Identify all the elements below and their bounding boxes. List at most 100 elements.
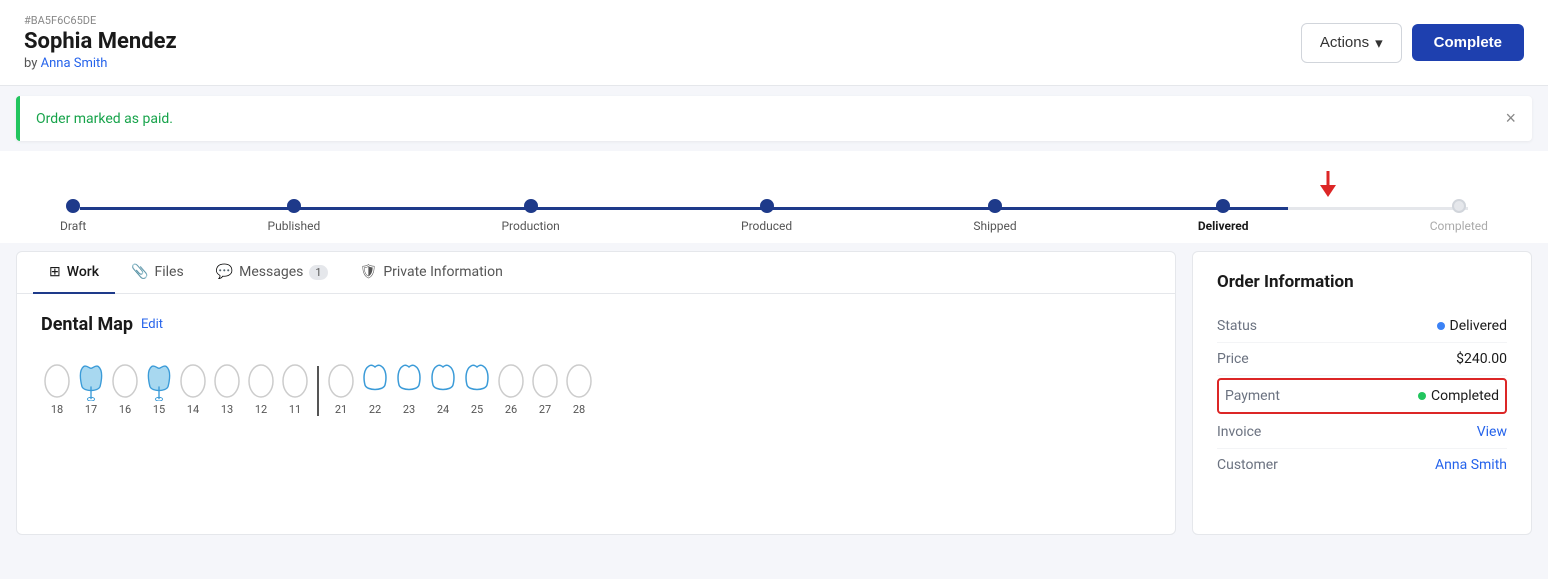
- status-text: Delivered: [1450, 318, 1507, 334]
- price-value: $240.00: [1456, 351, 1507, 367]
- info-row-customer: Customer Anna Smith: [1217, 449, 1507, 481]
- tooth-26: 26: [495, 361, 527, 416]
- tooth-num-11: 11: [289, 403, 301, 416]
- by-label: by: [24, 56, 37, 71]
- order-name: Sophia Mendez: [24, 29, 177, 54]
- tab-private-info-label: Private Information: [383, 264, 502, 280]
- tooth-num-27: 27: [539, 403, 551, 416]
- step-label-published: Published: [268, 219, 321, 233]
- tooth-num-21: 21: [335, 403, 347, 416]
- page-header: #BA5F6C65DE Sophia Mendez by Anna Smith …: [0, 0, 1548, 86]
- tooth-28: 28: [563, 361, 595, 416]
- tab-bar: ⊞ Work 📎 Files 💬 Messages 1 🛡 Private In…: [17, 252, 1175, 294]
- step-dot-draft: [66, 199, 80, 213]
- tooth-num-18: 18: [51, 403, 63, 416]
- tab-files[interactable]: 📎 Files: [115, 252, 200, 294]
- alert-close-button[interactable]: ×: [1505, 108, 1516, 129]
- actions-button[interactable]: Actions ▾: [1301, 23, 1402, 63]
- price-label: Price: [1217, 351, 1249, 367]
- tooth-21: 21: [325, 361, 357, 416]
- grid-icon: ⊞: [49, 264, 61, 280]
- dental-map-label: Dental Map: [41, 314, 133, 335]
- dental-map-title: Dental Map Edit: [41, 314, 1151, 335]
- invoice-value: View: [1477, 424, 1507, 440]
- tooth-16: 16: [109, 361, 141, 416]
- step-production: Production: [501, 199, 559, 233]
- complete-button[interactable]: Complete: [1412, 24, 1524, 61]
- tab-private-info[interactable]: 🛡 Private Information: [344, 252, 519, 294]
- step-dot-published: [287, 199, 301, 213]
- tab-work[interactable]: ⊞ Work: [33, 252, 115, 294]
- tooth-22: 22: [359, 361, 391, 416]
- customer-link[interactable]: Anna Smith: [1435, 457, 1507, 473]
- invoice-view-link[interactable]: View: [1477, 424, 1507, 440]
- tooth-14: 14: [177, 361, 209, 416]
- tooth-num-16: 16: [119, 403, 131, 416]
- order-info-title: Order Information: [1217, 272, 1507, 292]
- header-right: Actions ▾ Complete: [1301, 23, 1524, 63]
- step-draft: Draft: [60, 199, 86, 233]
- tooth-num-28: 28: [573, 403, 585, 416]
- work-content: Dental Map Edit 18 17: [17, 294, 1175, 446]
- step-label-produced: Produced: [741, 219, 792, 233]
- alert-banner: Order marked as paid. ×: [16, 96, 1532, 141]
- status-label: Status: [1217, 318, 1257, 334]
- info-row-status: Status Delivered: [1217, 310, 1507, 343]
- message-icon: 💬: [216, 264, 233, 280]
- shield-icon: 🛡: [360, 264, 378, 280]
- alert-message: Order marked as paid.: [36, 111, 173, 127]
- info-row-price: Price $240.00: [1217, 343, 1507, 376]
- tab-work-label: Work: [67, 264, 99, 280]
- tab-messages[interactable]: 💬 Messages 1: [200, 252, 344, 294]
- actions-label: Actions: [1320, 34, 1369, 51]
- info-row-invoice: Invoice View: [1217, 416, 1507, 449]
- step-label-production: Production: [501, 219, 559, 233]
- assigned-to-link[interactable]: Anna Smith: [41, 56, 108, 71]
- dental-map-edit-link[interactable]: Edit: [141, 317, 163, 332]
- step-dot-production: [524, 199, 538, 213]
- tab-messages-label: Messages: [239, 264, 303, 280]
- tooth-18: 18: [41, 361, 73, 416]
- tooth-num-12: 12: [255, 403, 267, 416]
- step-completed: Completed: [1430, 199, 1488, 233]
- current-step-arrow: [1316, 171, 1340, 201]
- customer-value: Anna Smith: [1435, 457, 1507, 473]
- tooth-24: 24: [427, 361, 459, 416]
- payment-label: Payment: [1225, 388, 1280, 404]
- invoice-label: Invoice: [1217, 424, 1261, 440]
- tooth-num-13: 13: [221, 403, 233, 416]
- tooth-num-23: 23: [403, 403, 415, 416]
- status-value: Delivered: [1437, 318, 1507, 334]
- tooth-num-14: 14: [187, 403, 199, 416]
- customer-label: Customer: [1217, 457, 1278, 473]
- step-label-delivered: Delivered: [1198, 219, 1249, 233]
- status-dot-blue: [1437, 322, 1445, 330]
- messages-badge: 1: [309, 265, 327, 280]
- tooth-12: 12: [245, 361, 277, 416]
- info-row-payment: Payment Completed: [1217, 378, 1507, 414]
- tooth-num-15: 15: [153, 403, 165, 416]
- progress-container: Draft Published Production Produced Ship…: [0, 151, 1548, 243]
- order-id: #BA5F6C65DE: [24, 14, 177, 27]
- step-dot-delivered: [1216, 199, 1230, 213]
- tooth-11: 11: [279, 361, 311, 416]
- payment-status-dot: [1418, 392, 1426, 400]
- tooth-17: 17: [75, 361, 107, 416]
- main-layout: ⊞ Work 📎 Files 💬 Messages 1 🛡 Private In…: [0, 243, 1548, 543]
- tooth-num-25: 25: [471, 403, 483, 416]
- right-panel: Order Information Status Delivered Price…: [1192, 251, 1532, 535]
- tooth-15: 15: [143, 361, 175, 416]
- payment-status-text: Completed: [1431, 388, 1499, 404]
- progress-steps: Draft Published Production Produced Ship…: [40, 199, 1508, 233]
- header-left: #BA5F6C65DE Sophia Mendez by Anna Smith: [24, 14, 177, 71]
- tooth-num-26: 26: [505, 403, 517, 416]
- tab-files-label: Files: [154, 264, 183, 280]
- tooth-num-22: 22: [369, 403, 381, 416]
- step-shipped: Shipped: [973, 199, 1016, 233]
- tooth-num-17: 17: [85, 403, 97, 416]
- step-dot-produced: [760, 199, 774, 213]
- step-dot-shipped: [988, 199, 1002, 213]
- paperclip-icon: 📎: [131, 264, 148, 280]
- step-label-completed: Completed: [1430, 219, 1488, 233]
- tooth-23: 23: [393, 361, 425, 416]
